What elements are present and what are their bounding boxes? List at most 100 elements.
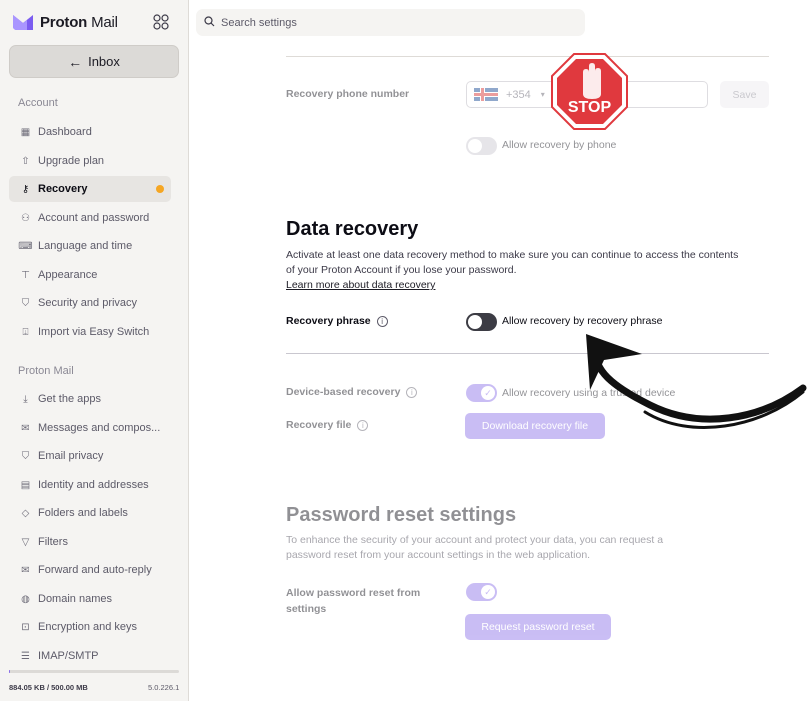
recovery-phrase-toggle-label: Allow recovery by recovery phrase bbox=[502, 315, 663, 327]
info-icon[interactable]: i bbox=[357, 419, 369, 431]
sidebar-item-label: IMAP/SMTP bbox=[38, 650, 99, 662]
check-icon: ✓ bbox=[481, 585, 495, 599]
recovery-phone-toggle[interactable] bbox=[466, 137, 497, 155]
sidebar-item-label: Appearance bbox=[38, 269, 98, 281]
sidebar-item-label: Email privacy bbox=[38, 450, 104, 462]
sidebar-item-label: Import via Easy Switch bbox=[38, 326, 150, 338]
key-icon: ⚷ bbox=[21, 183, 30, 195]
sidebar-item-language-and-time[interactable]: ⌨ Language and time bbox=[9, 233, 171, 259]
shield-icon: ⛉ bbox=[21, 297, 30, 309]
sidebar-item-label: Recovery bbox=[38, 183, 88, 195]
sidebar-item-label: Messages and compos... bbox=[38, 422, 161, 434]
allow-password-reset-label: Allow password reset from settings bbox=[286, 587, 421, 615]
lock-icon: ⊡ bbox=[21, 621, 30, 633]
recovery-phrase-toggle[interactable] bbox=[466, 313, 497, 331]
password-reset-title: Password reset settings bbox=[286, 504, 517, 526]
sidebar-item-label: Folders and labels bbox=[38, 507, 128, 519]
apps-grid-icon[interactable] bbox=[153, 14, 169, 30]
envelope-icon: ✉ bbox=[21, 422, 30, 434]
sidebar-item-appearance[interactable]: ⊤ Appearance bbox=[9, 262, 171, 288]
learn-more-link[interactable]: Learn more about data recovery bbox=[286, 279, 435, 291]
import-icon: ⍗ bbox=[22, 326, 29, 338]
sidebar-item-recovery[interactable]: ⚷ Recovery bbox=[9, 176, 171, 202]
sidebar-item-get-the-apps[interactable]: ⤓ Get the apps bbox=[9, 386, 171, 412]
storage-progress-bar bbox=[9, 670, 179, 673]
sidebar-item-label: Dashboard bbox=[38, 126, 92, 138]
recovery-phone-label: Recovery phone number bbox=[286, 88, 410, 100]
password-reset-description: To enhance the security of your account … bbox=[286, 534, 664, 561]
sidebar-item-account-and-password[interactable]: ⚇ Account and password bbox=[9, 205, 171, 231]
paint-roller-icon: ⊤ bbox=[21, 269, 30, 281]
brand-name: Proton Mail bbox=[40, 13, 118, 31]
data-recovery-title: Data recovery bbox=[286, 218, 419, 240]
notification-dot bbox=[156, 185, 164, 193]
request-password-reset-button[interactable]: Request password reset bbox=[465, 614, 611, 640]
save-button[interactable]: Save bbox=[720, 81, 769, 108]
envelope-forward-icon: ✉ bbox=[21, 564, 30, 576]
sidebar-item-import-via-easy-switch[interactable]: ⍗ Import via Easy Switch bbox=[9, 319, 171, 345]
proton-mail-logo-icon bbox=[13, 15, 33, 30]
storage-used[interactable]: 884.05 KB / 500.00 MB bbox=[9, 683, 88, 692]
sidebar-item-label: Encryption and keys bbox=[38, 621, 138, 633]
sidebar-item-email-privacy[interactable]: ⛉ Email privacy bbox=[9, 443, 171, 469]
inbox-button[interactable]: ← Inbox bbox=[9, 45, 179, 78]
sidebar-item-identity-and-addresses[interactable]: ▤ Identity and addresses bbox=[9, 472, 171, 498]
check-icon: ✓ bbox=[481, 386, 495, 400]
sidebar-item-label: Filters bbox=[38, 536, 68, 548]
id-card-icon: ▤ bbox=[20, 479, 31, 491]
shield-icon: ⛉ bbox=[21, 450, 30, 462]
sidebar-item-label: Upgrade plan bbox=[38, 155, 105, 167]
search-placeholder: Search settings bbox=[221, 16, 297, 29]
recovery-phone-toggle-label: Allow recovery by phone bbox=[502, 139, 617, 151]
iceland-flag-icon bbox=[474, 88, 498, 101]
inbox-button-label: Inbox bbox=[88, 54, 120, 69]
sidebar-item-label: Forward and auto-reply bbox=[38, 564, 152, 576]
sidebar-item-messages-and-composing[interactable]: ✉ Messages and compos... bbox=[9, 415, 171, 441]
sidebar: Proton Mail ← Inbox Account ▦ Dashboard … bbox=[0, 0, 189, 701]
data-recovery-description: Activate at least one data recovery meth… bbox=[286, 249, 739, 276]
recovery-phone-input[interactable]: +354 ▾ bbox=[466, 81, 708, 108]
sidebar-item-domain-names[interactable]: ◍ Domain names bbox=[9, 586, 171, 612]
search-input[interactable]: Search settings bbox=[196, 9, 585, 36]
device-recovery-toggle[interactable]: ✓ bbox=[466, 384, 497, 402]
account-section-title: Account bbox=[18, 97, 58, 109]
country-code: +354 bbox=[506, 88, 531, 101]
filter-icon: ▽ bbox=[21, 536, 30, 548]
dashboard-icon: ▦ bbox=[20, 126, 31, 138]
tag-icon: ◇ bbox=[21, 507, 30, 519]
search-icon bbox=[204, 15, 215, 30]
sidebar-item-label: Identity and addresses bbox=[38, 479, 149, 491]
user-icon: ⚇ bbox=[21, 212, 30, 224]
info-icon[interactable]: i bbox=[376, 315, 388, 327]
sidebar-item-filters[interactable]: ▽ Filters bbox=[9, 529, 171, 555]
server-icon: ☰ bbox=[21, 650, 30, 662]
sidebar-item-label: Account and password bbox=[38, 212, 150, 224]
sidebar-item-label: Get the apps bbox=[38, 393, 101, 405]
sidebar-item-forward-and-auto-reply[interactable]: ✉ Forward and auto-reply bbox=[9, 557, 171, 583]
recovery-file-label: Recovery file i bbox=[286, 419, 369, 431]
upgrade-arrow-icon: ⇧ bbox=[21, 155, 30, 167]
mail-section-title: Proton Mail bbox=[18, 365, 74, 377]
allow-password-reset-toggle[interactable]: ✓ bbox=[466, 583, 497, 601]
sidebar-item-folders-and-labels[interactable]: ◇ Folders and labels bbox=[9, 500, 171, 526]
sidebar-item-security-and-privacy[interactable]: ⛉ Security and privacy bbox=[9, 290, 171, 316]
language-icon: ⌨ bbox=[18, 240, 33, 252]
sidebar-item-label: Security and privacy bbox=[38, 297, 138, 309]
sidebar-item-imap-smtp[interactable]: ☰ IMAP/SMTP bbox=[9, 643, 171, 669]
device-recovery-label: Device-based recovery i bbox=[286, 386, 418, 398]
sidebar-item-encryption-and-keys[interactable]: ⊡ Encryption and keys bbox=[9, 614, 171, 640]
download-icon: ⤓ bbox=[23, 393, 28, 405]
recovery-phrase-label: Recovery phrase i bbox=[286, 315, 388, 327]
arrow-left-icon: ← bbox=[68, 53, 83, 70]
sidebar-item-dashboard[interactable]: ▦ Dashboard bbox=[9, 119, 171, 145]
sidebar-item-upgrade-plan[interactable]: ⇧ Upgrade plan bbox=[9, 148, 171, 174]
globe-icon: ◍ bbox=[21, 593, 30, 605]
app-version[interactable]: 5.0.226.1 bbox=[148, 683, 179, 692]
brand[interactable]: Proton Mail bbox=[12, 12, 118, 32]
curved-arrow-icon bbox=[586, 334, 807, 429]
divider bbox=[286, 353, 769, 354]
info-icon[interactable]: i bbox=[406, 386, 418, 398]
chevron-down-icon: ▾ bbox=[540, 90, 545, 99]
download-recovery-file-button[interactable]: Download recovery file bbox=[465, 413, 605, 439]
device-recovery-toggle-label: Allow recovery using a trusted device bbox=[502, 387, 676, 399]
